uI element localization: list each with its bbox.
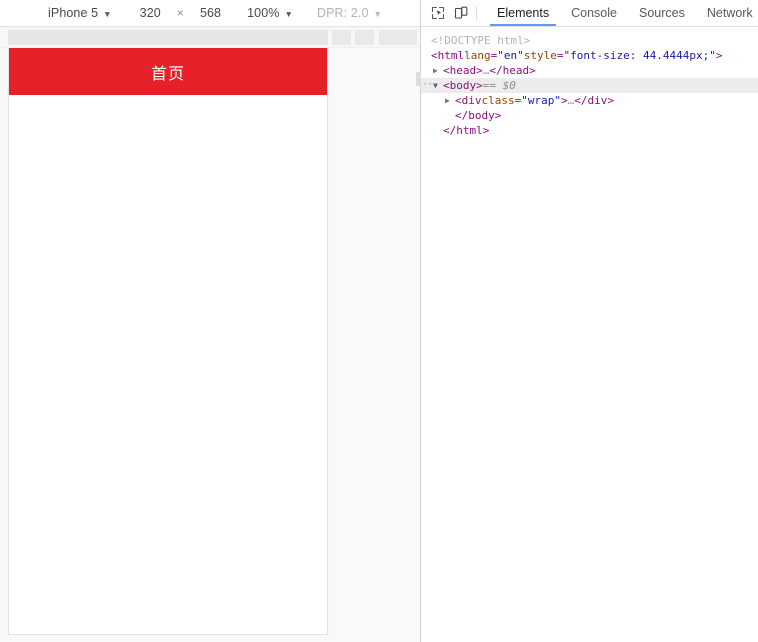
- tab-label: Elements: [497, 6, 550, 20]
- page-header-banner: 首页: [9, 48, 327, 95]
- dom-node-html-close[interactable]: </html >: [421, 123, 758, 138]
- dom-token: "font-size: 44.4444px;": [563, 49, 716, 62]
- tab-elements[interactable]: Elements: [486, 0, 560, 26]
- viewport-ruler: [0, 27, 420, 48]
- tab-console[interactable]: Console: [560, 0, 628, 26]
- dom-token: …: [567, 94, 575, 107]
- dom-token: <: [443, 79, 450, 92]
- dom-token: =: [490, 49, 498, 62]
- zoom-selector-label: 100%: [247, 6, 280, 20]
- dom-token: <: [455, 94, 462, 107]
- dom-token: >: [529, 64, 536, 77]
- dom-token: >: [607, 94, 614, 107]
- tab-label: Console: [571, 6, 617, 20]
- tab-label: Network: [706, 6, 753, 20]
- dom-token: == $0: [482, 79, 516, 92]
- emulated-page-viewport[interactable]: 首页: [8, 48, 328, 635]
- page-content-area: [9, 95, 327, 634]
- ruler-segment: [355, 30, 374, 45]
- tab-network[interactable]: Network: [696, 0, 758, 26]
- dpr-selector[interactable]: DPR: 2.0 ▼: [315, 3, 384, 23]
- expand-arrow-right-icon[interactable]: ▶: [433, 63, 443, 78]
- dom-token: >: [561, 94, 568, 107]
- dom-token: >: [715, 49, 723, 62]
- viewport-height-input[interactable]: 568: [198, 3, 223, 23]
- page-title: 首页: [150, 63, 185, 83]
- dom-token: <!DOCTYPE html>: [431, 34, 531, 47]
- toggle-device-toolbar-icon: [454, 6, 467, 19]
- dom-token: "wrap": [521, 94, 561, 107]
- viewport-area: 首页: [0, 48, 420, 642]
- ruler-track[interactable]: [8, 30, 328, 45]
- dom-token: style: [523, 49, 557, 62]
- dom-token: <: [443, 64, 450, 77]
- dom-token: </: [574, 94, 588, 107]
- dom-token: <: [431, 49, 438, 62]
- dom-node-body-close[interactable]: </body >: [421, 108, 758, 123]
- toggle-device-toolbar-button[interactable]: [449, 2, 472, 24]
- chevron-down-icon: ▼: [284, 8, 293, 19]
- dimension-separator: ×: [176, 6, 184, 20]
- dom-token: >: [476, 64, 483, 77]
- dom-token: "en": [497, 49, 524, 62]
- device-selector-label: iPhone 5: [48, 6, 99, 20]
- dom-token: =: [514, 94, 522, 107]
- devtools-panel: Elements Console Sources Network Tim <!D…: [421, 0, 758, 642]
- inspect-element-icon: [431, 6, 444, 20]
- dpr-selector-label: DPR: 2.0: [316, 6, 369, 20]
- device-emulation-pane: iPhone 5 ▼ 320 × 568 100% ▼ DPR: 2.0 ▼ 首…: [0, 0, 420, 642]
- dom-token: class: [481, 94, 515, 107]
- dom-token: …: [482, 64, 490, 77]
- dom-token: div: [461, 94, 482, 107]
- inspect-element-button[interactable]: [426, 2, 449, 24]
- expand-arrow-right-icon[interactable]: ▶: [445, 93, 455, 108]
- expand-arrow-down-icon[interactable]: ▼: [433, 78, 443, 93]
- dom-token: =: [556, 49, 564, 62]
- dom-token: html: [437, 49, 465, 62]
- dom-token: body: [468, 109, 495, 122]
- dom-node-wrap[interactable]: ▶ < div class = "wrap" >… </div >: [421, 93, 758, 108]
- tab-sources[interactable]: Sources: [628, 0, 696, 26]
- dom-token: </: [455, 109, 469, 122]
- dom-token: div: [587, 94, 608, 107]
- dom-token: >: [494, 109, 502, 122]
- device-toolbar: iPhone 5 ▼ 320 × 568 100% ▼ DPR: 2.0 ▼: [0, 0, 420, 27]
- dom-token: </: [489, 64, 503, 77]
- dom-token: lang: [464, 49, 491, 62]
- zoom-selector[interactable]: 100% ▼: [245, 3, 295, 23]
- dom-node-head[interactable]: ▶ < head >… </head >: [421, 63, 758, 78]
- device-selector[interactable]: iPhone 5 ▼: [46, 3, 114, 23]
- dom-token: body: [449, 79, 477, 92]
- ruler-segment: [379, 30, 417, 45]
- devtools-window: iPhone 5 ▼ 320 × 568 100% ▼ DPR: 2.0 ▼ 首…: [0, 0, 758, 642]
- dom-node-doctype[interactable]: <!DOCTYPE html>: [421, 33, 758, 48]
- dom-token: head: [449, 64, 477, 77]
- chevron-down-icon: ▼: [103, 8, 112, 19]
- chevron-down-icon: ▼: [373, 8, 383, 19]
- dom-token: >: [482, 124, 490, 137]
- toolbar-divider: [476, 5, 477, 21]
- devtools-tabbar: Elements Console Sources Network Tim: [421, 0, 758, 27]
- dom-token: html: [456, 124, 483, 137]
- viewport-width-input[interactable]: 320: [138, 3, 163, 23]
- dom-node-body[interactable]: ▼<body> == $0: [421, 77, 758, 93]
- dom-token: head: [502, 64, 530, 77]
- dom-token: </: [443, 124, 457, 137]
- dom-token: >: [476, 79, 483, 92]
- dom-tree[interactable]: <!DOCTYPE html> < html lang = "en" style = "fo…: [421, 27, 758, 642]
- dom-node-html[interactable]: < html lang = "en" style = "font-size: 44.444…: [421, 48, 758, 63]
- ruler-segment: [332, 30, 351, 45]
- tab-label: Sources: [638, 6, 685, 20]
